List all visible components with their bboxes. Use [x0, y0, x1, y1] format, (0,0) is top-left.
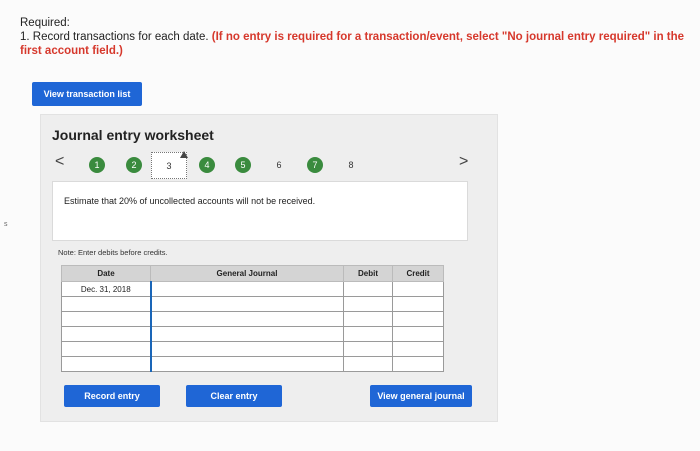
next-arrow-icon[interactable]: > [459, 153, 468, 171]
date-cell [61, 326, 151, 342]
worksheet-title: Journal entry worksheet [52, 127, 214, 143]
step-1-button[interactable]: 1 [89, 157, 105, 173]
table-row [61, 356, 444, 372]
journal-table: Date General Journal Debit Credit Dec. 3… [61, 265, 444, 372]
account-input[interactable] [149, 296, 344, 312]
debit-input[interactable] [343, 311, 393, 327]
required-title: Required: [20, 17, 70, 29]
prev-arrow-icon[interactable]: < [55, 153, 64, 171]
table-row: Dec. 31, 2018 [61, 281, 444, 297]
journal-header-row: Date General Journal Debit Credit [61, 265, 444, 282]
credit-input[interactable] [392, 311, 444, 327]
credit-input[interactable] [392, 356, 444, 372]
view-transaction-list-button[interactable]: View transaction list [32, 82, 142, 106]
record-entry-button[interactable]: Record entry [64, 385, 160, 407]
credit-input[interactable] [392, 341, 444, 357]
debit-input[interactable] [343, 281, 393, 297]
credit-input[interactable] [392, 296, 444, 312]
date-cell [61, 341, 151, 357]
header-general-journal: General Journal [150, 265, 344, 282]
debits-note: Note: Enter debits before credits. [58, 248, 168, 257]
required-line-prefix: 1. Record transactions for each date. [20, 31, 209, 43]
step-7-button[interactable]: 7 [307, 157, 323, 173]
step-2-button[interactable]: 2 [126, 157, 142, 173]
date-cell [61, 311, 151, 327]
debit-input[interactable] [343, 341, 393, 357]
transaction-description-box: Estimate that 20% of uncollected account… [52, 181, 468, 241]
table-row [61, 326, 444, 342]
clear-entry-button[interactable]: Clear entry [186, 385, 282, 407]
debit-input[interactable] [343, 356, 393, 372]
header-credit: Credit [392, 265, 444, 282]
account-input[interactable] [149, 326, 344, 342]
account-input[interactable] [149, 356, 344, 372]
step-4-button[interactable]: 4 [199, 157, 215, 173]
edge-mark: s [4, 221, 8, 228]
view-general-journal-button[interactable]: View general journal [370, 385, 472, 407]
table-row [61, 311, 444, 327]
cursor-icon [180, 151, 188, 158]
required-section: Required: 1. Record transactions for eac… [20, 16, 690, 58]
debit-input[interactable] [343, 326, 393, 342]
account-input[interactable] [149, 281, 344, 297]
step-8-button[interactable]: 8 [343, 157, 359, 173]
date-cell [61, 356, 151, 372]
journal-entry-worksheet: Journal entry worksheet < 1 2 3 4 5 6 7 … [40, 114, 498, 422]
step-6-button[interactable]: 6 [271, 157, 287, 173]
header-debit: Debit [343, 265, 393, 282]
required-instruction: 1. Record transactions for each date. (I… [20, 30, 690, 58]
debit-input[interactable] [343, 296, 393, 312]
date-cell [61, 296, 151, 312]
credit-input[interactable] [392, 281, 444, 297]
account-input[interactable] [149, 311, 344, 327]
step-5-button[interactable]: 5 [235, 157, 251, 173]
transaction-description: Estimate that 20% of uncollected account… [64, 196, 316, 206]
credit-input[interactable] [392, 326, 444, 342]
date-cell[interactable]: Dec. 31, 2018 [61, 281, 151, 297]
header-date: Date [61, 265, 151, 282]
table-row [61, 296, 444, 312]
account-input[interactable] [149, 341, 344, 357]
table-row [61, 341, 444, 357]
